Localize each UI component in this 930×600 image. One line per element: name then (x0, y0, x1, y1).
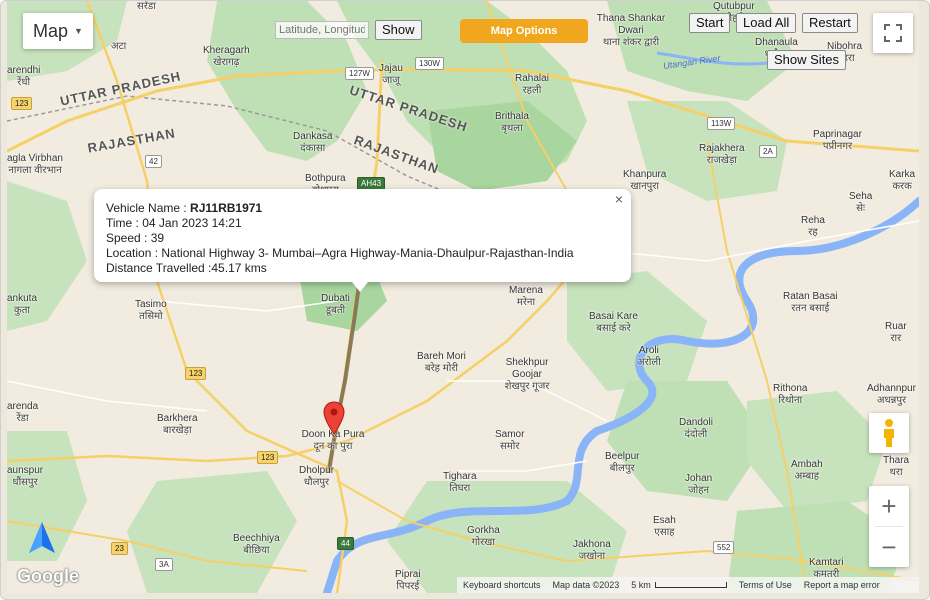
scale-bar (654, 582, 727, 588)
map-frame: UTTAR PRADESH RAJASTHAN UTTAR PRADESH RA… (0, 0, 930, 600)
place-label: Dubati डूबती (321, 293, 350, 316)
place-label: Adhannpur अधन्नपुर (867, 383, 916, 406)
place-label: Shekhpur Goojar शेखपुर गूजर (504, 357, 550, 392)
highway-shield: 127W (345, 67, 374, 80)
place-label: Bareh Mori बरेह मोरी (417, 351, 466, 374)
place-label: Khanpura खानपुरा (623, 169, 667, 192)
place-label: Thana Shankar Dwari थाना शंकर द्वारी (596, 13, 666, 48)
place-label: Johan जोहन (685, 473, 713, 496)
place-label: agla Virbhan नागला वीरभान (7, 153, 63, 176)
place-label: Samor समोर (495, 429, 525, 452)
place-label: Marena मरेना (509, 285, 543, 308)
place-label: Esah एसाह (653, 515, 676, 538)
place-label: Jakhona जखोना (573, 539, 611, 562)
place-label: aunspur धौंसपुर (7, 465, 44, 488)
load-all-button[interactable]: Load All (736, 13, 797, 33)
scale-label: 5 km (631, 580, 651, 590)
place-label: Barkhera बारखेड़ा (157, 413, 198, 436)
vehicle-location-marker[interactable] (323, 401, 345, 435)
close-icon[interactable]: × (611, 191, 627, 207)
place-label: Ruar रार (885, 321, 907, 344)
navigation-arrow-icon[interactable] (27, 521, 57, 555)
show-sites-button[interactable]: Show Sites (767, 50, 847, 70)
place-label: arenda रेंडा (7, 401, 39, 424)
highway-shield: 42 (145, 155, 162, 168)
highway-shield: 113W (707, 117, 736, 130)
place-label: Kheragarh खेरागढ़ (203, 45, 250, 68)
zoom-in-button[interactable]: + (869, 486, 909, 526)
place-label: Tasimo तसिमो (135, 299, 167, 322)
place-label: Thara थरा (883, 455, 910, 478)
highway-shield: 123 (257, 451, 279, 464)
place-label: Ratan Basai रतन बसाई (783, 291, 838, 314)
map-footer: Keyboard shortcuts Map data ©2023 5 km T… (457, 577, 919, 593)
place-label: Dankasa दंकासा (293, 131, 333, 154)
highway-shield: 552 (713, 541, 735, 554)
place-label: Gorkha गोरखा (467, 525, 500, 548)
highway-shield: 123 (11, 97, 33, 110)
place-label: Rajakhera राजखेड़ा (699, 143, 745, 166)
place-label: Jajau जाजू (379, 63, 403, 86)
map-data-attribution: Map data ©2023 (552, 580, 620, 590)
map-type-label: Map (33, 20, 69, 41)
place-label: Beechhiya बीछिया (233, 533, 280, 556)
info-vehicle-row: Vehicle Name : RJ11RB1971 (106, 201, 574, 216)
place-label: अटा (111, 41, 127, 52)
zoom-control: + − (869, 486, 909, 567)
show-coordinates-button[interactable]: Show (375, 20, 422, 40)
vehicle-info-window: Vehicle Name : RJ11RB1971 Time : 04 Jan … (94, 189, 631, 292)
pegman-icon (884, 419, 894, 447)
place-label: Piprai पिपरई (395, 569, 421, 592)
highway-shield: 23 (111, 542, 128, 555)
info-time: Time : 04 Jan 2023 14:21 (106, 216, 242, 230)
place-label: Tighara तिघरा (443, 471, 477, 494)
place-label: ankuta कुता (7, 293, 38, 316)
place-label: Rithona रिथोना (773, 383, 808, 406)
terms-link[interactable]: Terms of Use (739, 580, 792, 590)
info-window-pointer (352, 282, 368, 292)
place-label: Dholpur धौलपुर (299, 465, 335, 488)
place-label: Aroli अरोली (637, 345, 661, 368)
place-label: Beelpur बीलपुर (605, 451, 640, 474)
place-label: Paprinagar पप्रीनगर (813, 129, 862, 152)
place-label: Ambah अम्बाह (791, 459, 823, 482)
place-label: Reha रह (801, 215, 825, 238)
place-label: Dandoli दंदोली (679, 417, 713, 440)
highway-shield: 44 (337, 537, 354, 550)
highway-shield: 3A (155, 558, 173, 571)
chevron-down-icon: ▼ (74, 26, 83, 36)
keyboard-shortcuts-link[interactable]: Keyboard shortcuts (463, 580, 541, 590)
place-label: सरेंडा (137, 1, 156, 12)
street-view-pegman[interactable] (869, 413, 909, 453)
report-error-link[interactable]: Report a map error (804, 580, 880, 590)
highway-shield: 123 (185, 367, 207, 380)
zoom-out-button[interactable]: − (869, 527, 909, 567)
map-options-button[interactable]: Map Options (460, 19, 588, 43)
place-label: Karka करक (889, 169, 916, 192)
map-canvas[interactable]: UTTAR PRADESH RAJASTHAN UTTAR PRADESH RA… (7, 1, 919, 593)
start-button[interactable]: Start (689, 13, 731, 33)
highway-shield: 2A (759, 145, 777, 158)
restart-button[interactable]: Restart (802, 13, 858, 33)
google-logo: Google (17, 566, 79, 586)
place-label: Brithala बृथला (495, 111, 529, 134)
place-label: arendhi रेंधी (7, 65, 41, 88)
info-location: Location : National Highway 3- Mumbai–Ag… (106, 246, 574, 260)
info-vehicle-value: RJ11RB1971 (190, 201, 263, 215)
place-label: Basai Kare बसाई करे (589, 311, 638, 334)
map-type-dropdown[interactable]: Map ▼ (23, 13, 93, 49)
info-speed: Speed : 39 (106, 231, 165, 245)
info-vehicle-label: Vehicle Name : (106, 201, 191, 215)
highway-shield: 130W (415, 57, 444, 70)
coordinates-input[interactable] (275, 21, 369, 39)
fullscreen-button[interactable] (873, 13, 913, 53)
place-label: Rahalai रहली (515, 73, 549, 96)
info-distance: Distance Travelled :45.17 kms (106, 261, 267, 275)
scale-indicator[interactable]: 5 km (631, 580, 727, 590)
fullscreen-icon (884, 24, 902, 42)
place-label: Seha सेः (849, 191, 873, 214)
